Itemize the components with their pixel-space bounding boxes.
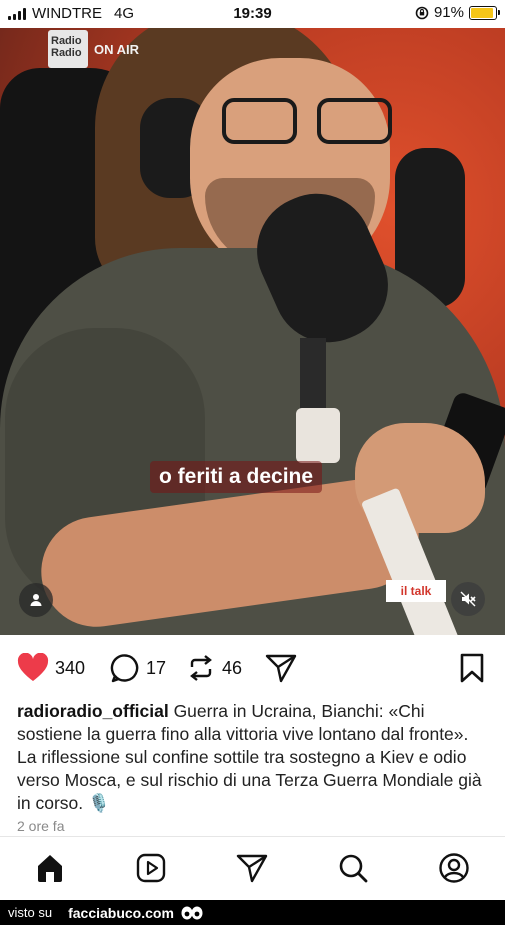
on-air-label: ON AIR — [94, 41, 140, 57]
watermark-bar: visto su facciabuco.com — [0, 900, 505, 925]
status-bar: WINDTRE 4G 19:39 91% — [0, 0, 505, 28]
nav-profile[interactable] — [437, 851, 471, 885]
bottom-nav — [0, 836, 505, 900]
save-action[interactable] — [459, 648, 485, 688]
like-action[interactable]: 340 — [17, 648, 85, 688]
home-icon[interactable] — [34, 852, 66, 884]
battery-percent: 91% — [433, 4, 464, 21]
radio-radio-logo: Radio Radio — [48, 30, 88, 68]
microphone-emoji: 🎙️ — [88, 793, 110, 813]
nav-direct[interactable] — [235, 851, 269, 885]
send-icon[interactable] — [265, 653, 297, 683]
post-caption: radioradio_official Guerra in Ucraina, B… — [17, 700, 492, 815]
repost-count: 46 — [222, 657, 243, 678]
comment-count: 17 — [146, 657, 167, 678]
glasses — [222, 98, 402, 148]
battery-icon — [469, 5, 500, 20]
post-actions: 340 17 46 — [0, 648, 505, 688]
send-icon[interactable] — [236, 853, 268, 883]
nav-search[interactable] — [336, 851, 370, 885]
post-username[interactable]: radioradio_official — [17, 701, 169, 721]
like-count: 340 — [55, 657, 86, 678]
comment-icon[interactable] — [110, 653, 140, 683]
comment-action[interactable]: 17 — [110, 648, 166, 688]
orientation-lock-icon — [415, 6, 429, 19]
nav-reels[interactable] — [134, 851, 168, 885]
mic-clip — [296, 408, 340, 463]
mute-button[interactable] — [451, 582, 485, 616]
tagged-user-button[interactable] — [19, 583, 53, 617]
repost-icon[interactable] — [186, 653, 216, 683]
profile-icon[interactable] — [438, 852, 470, 884]
post-timestamp: 2 ore fa — [17, 818, 65, 834]
repost-action[interactable]: 46 — [186, 648, 242, 688]
search-icon[interactable] — [337, 852, 369, 884]
bookmark-icon[interactable] — [459, 653, 485, 683]
video-player[interactable]: Radio Radio ON AIR o feriti a decine il … — [0, 28, 505, 635]
watermark-site: facciabuco.com — [68, 904, 174, 921]
nav-home[interactable] — [33, 851, 67, 885]
reels-icon[interactable] — [135, 852, 167, 884]
heart-icon[interactable] — [17, 653, 49, 683]
watermark-prefix: visto su — [8, 905, 53, 920]
radio-logo: Radio Radio ON AIR — [48, 30, 139, 68]
video-subtitle: o feriti a decine — [150, 461, 323, 493]
user-icon — [30, 594, 42, 606]
il-talk-badge: il talk — [386, 580, 446, 602]
speaker-muted-icon — [460, 591, 476, 607]
share-action[interactable] — [265, 648, 297, 688]
eyes-icon — [181, 906, 203, 919]
